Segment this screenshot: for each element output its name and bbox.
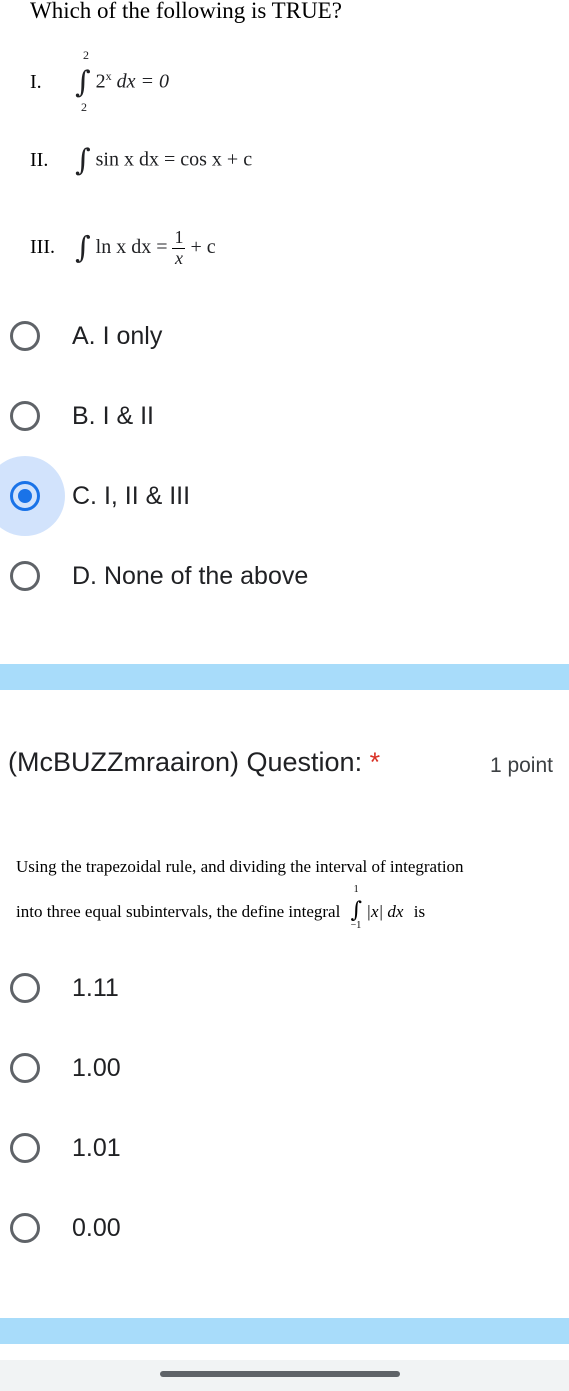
statement-2: II. ∫ sin x dx = cos x + c — [30, 146, 252, 176]
radio-icon[interactable] — [10, 973, 40, 1003]
integral-icon: ∫ — [75, 143, 91, 178]
option-1[interactable]: 1.11 — [0, 958, 569, 1018]
radio-icon[interactable] — [10, 401, 40, 431]
option-4[interactable]: 0.00 — [0, 1198, 569, 1258]
statement-1-base: 2 — [95, 70, 106, 93]
option-a-label: A. I only — [72, 321, 163, 350]
statement-3-fraction: 1 x — [172, 227, 186, 269]
statement-3: III. ∫ ln x dx = 1 x + c — [30, 227, 216, 269]
integrand: |x| dx — [366, 902, 404, 921]
integral-upper-limit: 1 — [353, 884, 359, 895]
option-c[interactable]: C. I, II & III — [0, 456, 569, 536]
radio-icon[interactable] — [10, 561, 40, 591]
statement-1: I. ∫ 2 2 2x dx = 0 — [30, 48, 170, 114]
body-suffix: is — [413, 902, 426, 921]
radio-icon[interactable] — [10, 1053, 40, 1083]
question-2-body-line2: into three equal subintervals, the defin… — [16, 884, 426, 931]
radio-icon[interactable] — [10, 1133, 40, 1163]
option-d-label: D. None of the above — [72, 561, 309, 590]
option-3[interactable]: 1.01 — [0, 1118, 569, 1178]
statement-2-expr: sin x dx = cos x + c — [95, 148, 253, 171]
option-a[interactable]: A. I only — [0, 306, 569, 366]
option-b-label: B. I & II — [72, 401, 154, 430]
points-label: 1 point — [489, 754, 553, 777]
radio-icon[interactable] — [10, 1213, 40, 1243]
radio-icon[interactable] — [10, 321, 40, 351]
radio-checked-icon[interactable] — [10, 481, 40, 511]
question-1-prompt: Which of the following is TRUE? — [30, 0, 342, 23]
integral-lower-limit: 2 — [81, 100, 87, 114]
question-2-body-line1: Using the trapezoidal rule, and dividing… — [16, 857, 464, 876]
integral-icon: ∫ — [75, 230, 91, 266]
option-2[interactable]: 1.00 — [0, 1038, 569, 1098]
option-1-label: 1.11 — [72, 973, 119, 1002]
question-2-title: (McBUZZmraairon) Question: * — [8, 747, 380, 778]
statement-3-right: + c — [190, 235, 216, 258]
body-line2-prefix: into three equal subintervals, the defin… — [16, 902, 341, 921]
statement-1-roman: I. — [30, 70, 42, 93]
option-d[interactable]: D. None of the above — [0, 546, 569, 606]
option-3-label: 1.01 — [72, 1133, 121, 1162]
option-4-label: 0.00 — [72, 1213, 121, 1242]
fraction-numerator: 1 — [172, 227, 186, 249]
statement-1-rest: dx = 0 — [111, 70, 170, 93]
integral-icon: ∫ — [75, 65, 91, 100]
option-c-label: C. I, II & III — [72, 481, 191, 510]
fraction-denominator: x — [174, 247, 183, 268]
option-2-label: 1.00 — [72, 1053, 121, 1082]
home-indicator[interactable] — [160, 1371, 400, 1377]
option-b[interactable]: B. I & II — [0, 386, 569, 446]
section-divider — [0, 664, 569, 690]
statement-3-left: ln x dx = — [95, 235, 173, 258]
section-divider — [0, 1318, 569, 1344]
integral-upper-limit: 2 — [83, 48, 89, 62]
statement-3-roman: III. — [30, 235, 55, 258]
question-2-title-text: (McBUZZmraairon) Question: — [8, 747, 363, 777]
integral-lower-limit: −1 — [350, 920, 362, 931]
required-mark: * — [369, 747, 381, 777]
statement-2-roman: II. — [30, 148, 49, 171]
